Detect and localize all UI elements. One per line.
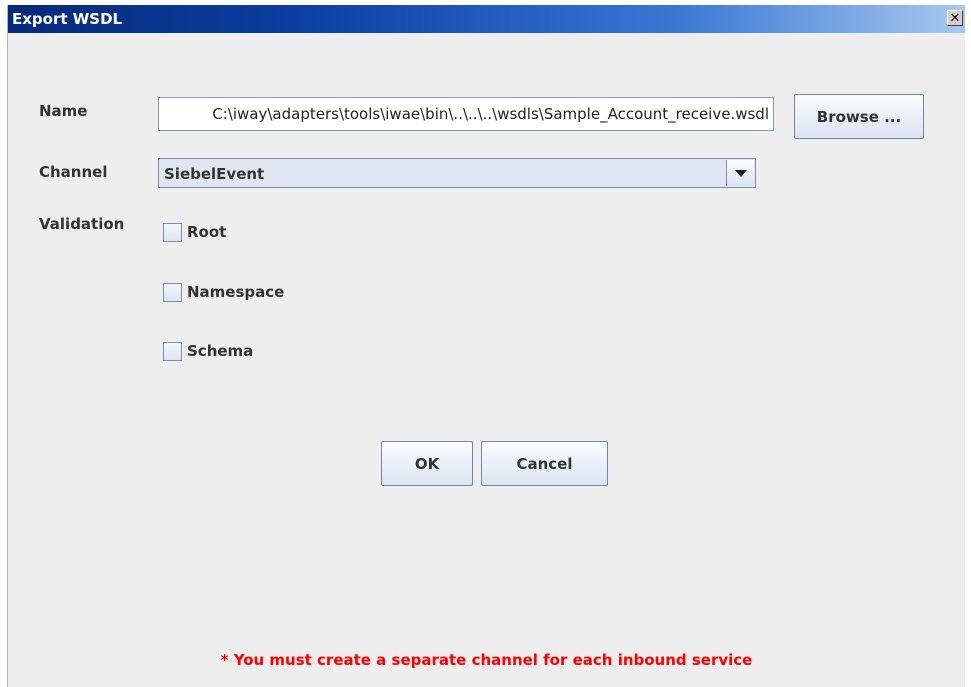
channel-select[interactable]: SiebelEvent [158, 158, 756, 188]
root-checkbox[interactable] [163, 222, 182, 242]
schema-checkbox[interactable] [163, 341, 182, 361]
title-bar[interactable]: Export WSDL ✕ [8, 5, 965, 33]
namespace-checkbox-row[interactable]: Namespace [163, 281, 284, 303]
chevron-down-icon [734, 169, 747, 177]
cancel-button[interactable]: Cancel [481, 441, 608, 486]
channel-label: Channel [39, 163, 108, 181]
root-checkbox-label: Root [187, 223, 227, 241]
channel-dropdown-button[interactable] [726, 160, 754, 186]
namespace-checkbox-label: Namespace [187, 283, 285, 301]
close-button[interactable]: ✕ [947, 10, 963, 26]
name-field-value: C:\iway\adapters\tools\iwae\bin\..\..\..… [212, 105, 769, 123]
validation-label: Validation [39, 215, 125, 233]
channel-select-value: SiebelEvent [164, 165, 265, 183]
export-wsdl-dialog: Export WSDL ✕ Name C:\iway\adapters\tool… [7, 5, 965, 687]
root-checkbox-row[interactable]: Root [163, 221, 226, 243]
browse-button[interactable]: Browse ... [794, 94, 924, 139]
name-label: Name [39, 102, 88, 120]
name-field[interactable]: C:\iway\adapters\tools\iwae\bin\..\..\..… [158, 97, 774, 131]
schema-checkbox-label: Schema [187, 342, 254, 360]
inbound-channel-note: * You must create a separate channel for… [220, 651, 753, 669]
close-icon: ✕ [949, 10, 961, 26]
schema-checkbox-row[interactable]: Schema [163, 340, 253, 362]
namespace-checkbox[interactable] [163, 282, 182, 302]
ok-button[interactable]: OK [381, 441, 473, 486]
window-title: Export WSDL [12, 10, 123, 28]
